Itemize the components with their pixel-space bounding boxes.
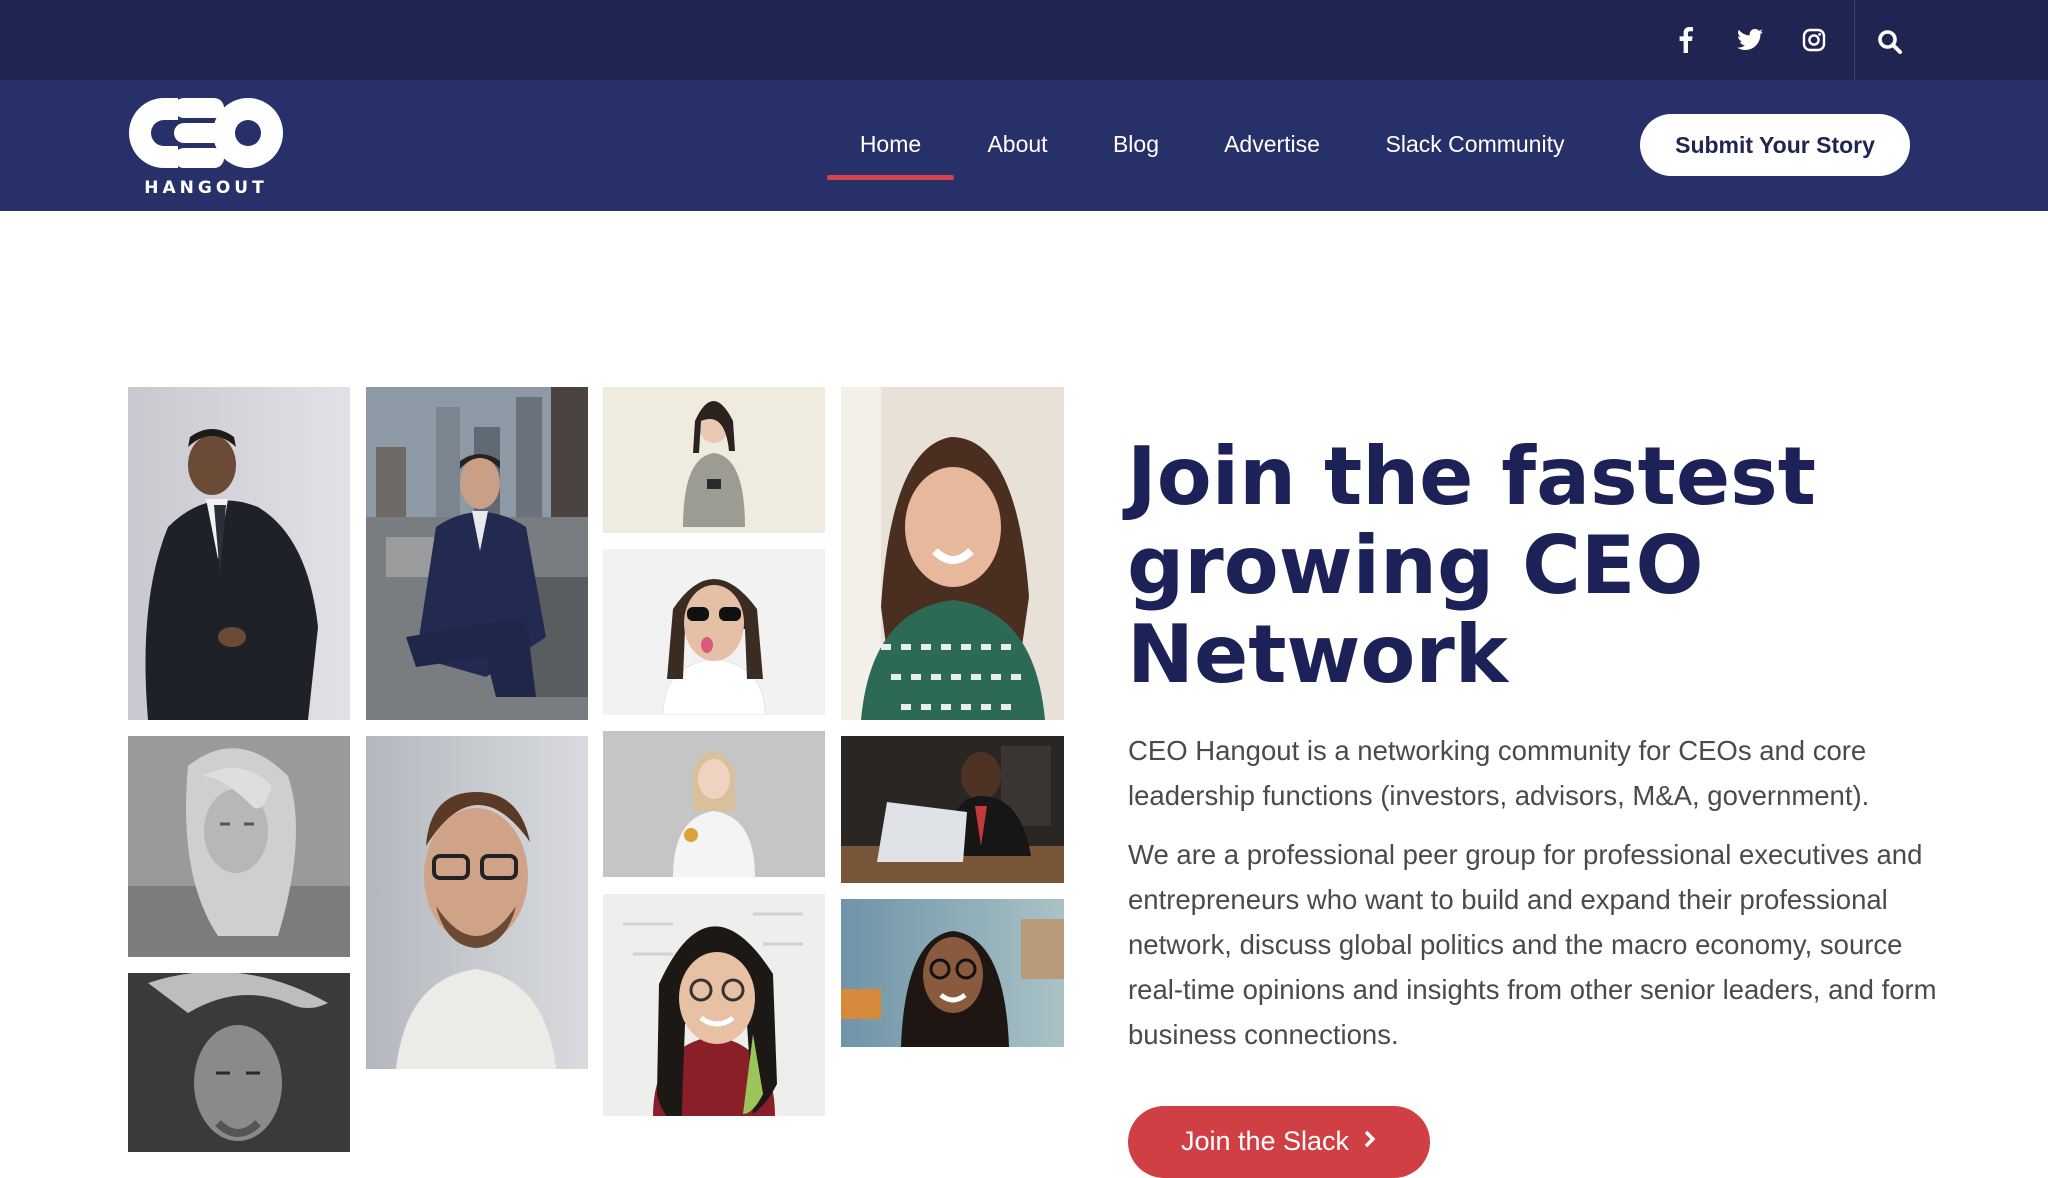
photo-smiling-woman-curly-hair (841, 387, 1064, 720)
photo-woman-sunglasses (603, 549, 825, 715)
join-the-slack-button[interactable]: Join the Slack (1128, 1106, 1430, 1178)
nav-blog[interactable]: Blog (1096, 124, 1176, 164)
topbar-divider (1854, 0, 1855, 80)
site-logo[interactable]: HANGOUT (128, 94, 288, 198)
hero-description-text: We are a professional peer group for pro… (1128, 839, 1937, 1050)
join-the-slack-label: Join the Slack (1180, 1126, 1350, 1156)
logo-mark (129, 98, 284, 168)
twitter-icon[interactable] (1730, 0, 1770, 80)
photo-woman-glasses-street (841, 899, 1064, 1047)
photo-man-long-hair-bw (128, 973, 350, 1152)
hero-intro-text: CEO Hangout is a networking community fo… (1128, 735, 1870, 811)
photo-man-on-rooftop (366, 387, 588, 720)
photo-blonde-woman-bw (128, 736, 350, 957)
nav-home[interactable]: Home (843, 124, 938, 164)
chevron-right-icon (1363, 1126, 1377, 1157)
facebook-icon[interactable] (1666, 0, 1706, 80)
search-icon[interactable] (1870, 22, 1910, 62)
hero-title: Join the fastest growing CEO Network (1127, 430, 1817, 701)
photo-woman-green-hair (603, 894, 825, 1116)
photo-man-in-suit (128, 387, 350, 720)
top-utility-bar (0, 0, 2048, 80)
photo-woman-with-phone (603, 387, 825, 533)
photo-man-with-glasses (366, 736, 588, 1069)
photo-man-with-laptop (841, 736, 1064, 883)
nav-advertise[interactable]: Advertise (1212, 124, 1332, 164)
nav-active-indicator (827, 175, 954, 180)
logo-subtitle: HANGOUT (144, 178, 268, 198)
instagram-icon[interactable] (1794, 0, 1834, 80)
photo-woman-with-coin (603, 731, 825, 877)
submit-your-story-button[interactable]: Submit Your Story (1640, 114, 1910, 176)
nav-slack-community[interactable]: Slack Community (1378, 124, 1572, 164)
nav-about[interactable]: About (970, 124, 1065, 164)
